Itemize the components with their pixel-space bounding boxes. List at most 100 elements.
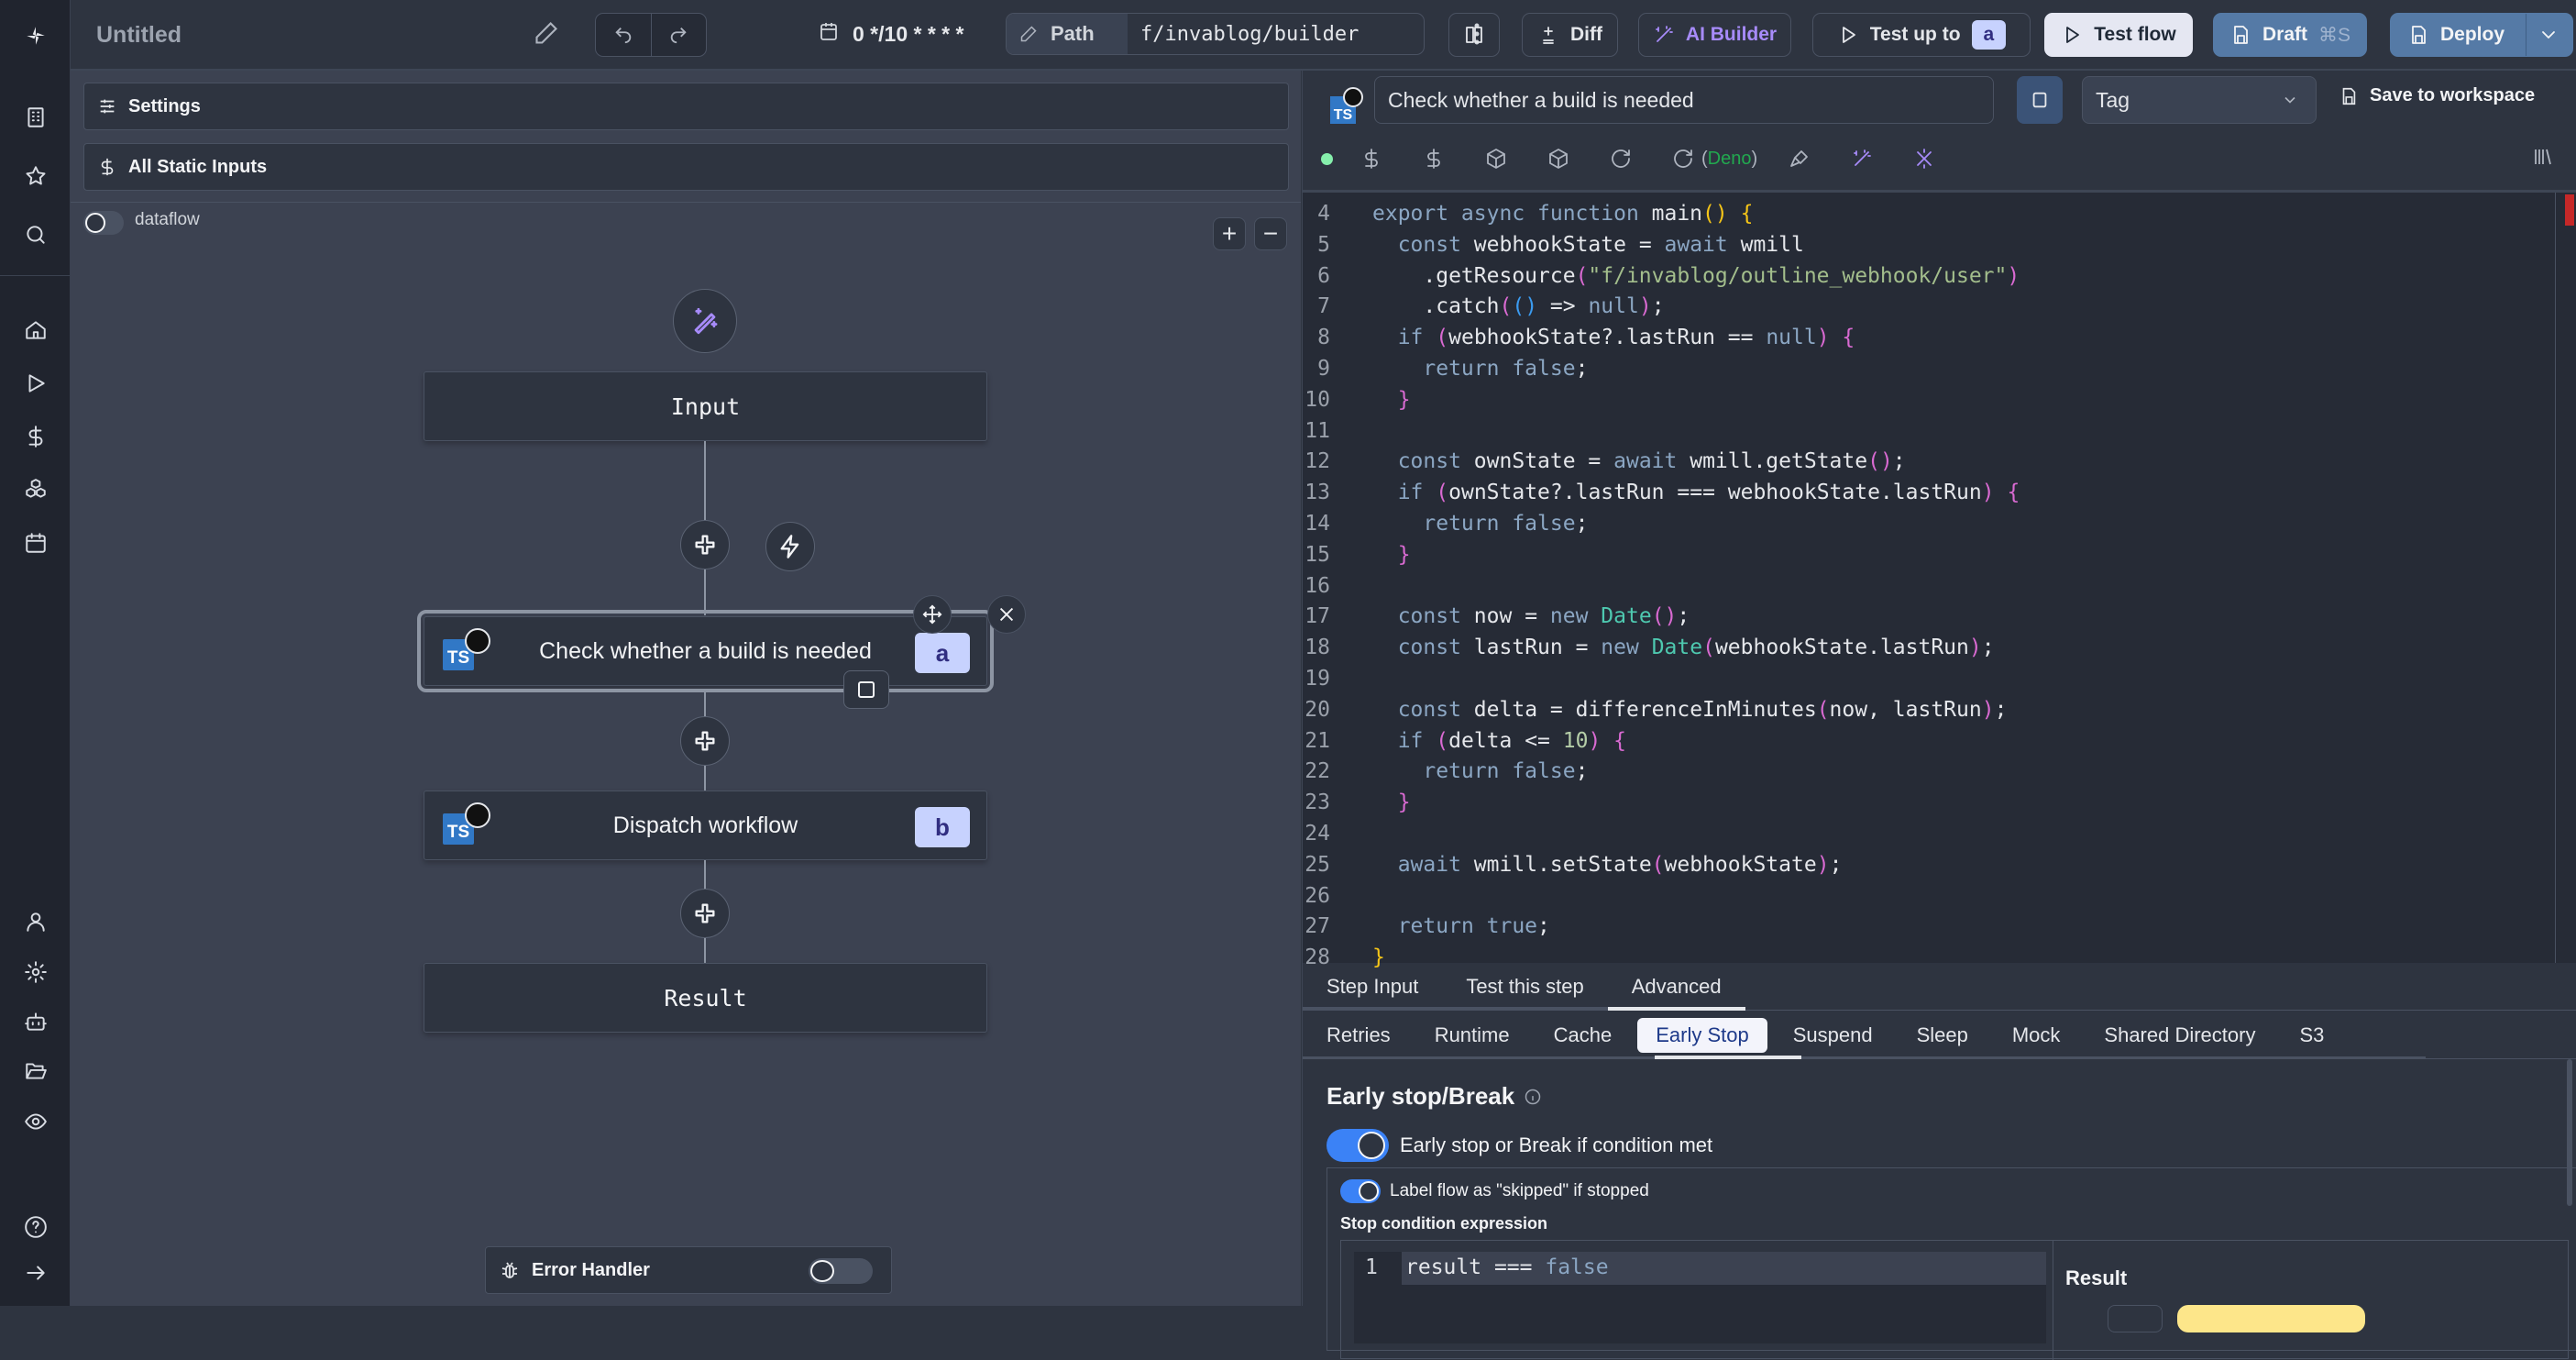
docs-button[interactable] (1448, 13, 1500, 57)
square-icon (858, 681, 875, 698)
ai-builder-button[interactable]: AI Builder (1638, 13, 1791, 57)
divider (71, 202, 1301, 203)
delete-step-button[interactable] (987, 595, 1026, 634)
line-number: 9 (1317, 357, 1330, 381)
tab-step-input[interactable]: Step Input (1303, 963, 1442, 1010)
add-resource-button[interactable] (1485, 148, 1547, 170)
test-up-to-step-badge[interactable]: a (1971, 20, 2007, 50)
draft-button[interactable]: Draft ⌘S (2213, 13, 2367, 57)
ai-flow-wand-button[interactable] (673, 289, 737, 353)
ai-fix-button[interactable] (1913, 148, 1976, 170)
add-step-button[interactable] (680, 889, 730, 938)
save-icon (2412, 26, 2426, 44)
settings-bar[interactable]: Settings (83, 83, 1289, 130)
flow-title[interactable]: Untitled (96, 22, 182, 49)
gear-icon[interactable] (0, 952, 71, 992)
step-view-toggle[interactable] (2017, 76, 2063, 124)
add-secret-button[interactable] (1423, 148, 1485, 170)
dollar-icon[interactable] (0, 416, 71, 457)
user-icon[interactable] (0, 901, 71, 942)
folder-open-icon[interactable] (0, 1051, 71, 1091)
save-icon (2342, 87, 2356, 105)
tab-shared-directory[interactable]: Shared Directory (2086, 1018, 2273, 1053)
building-icon[interactable] (0, 97, 71, 138)
tab-advanced[interactable]: Advanced (1607, 963, 1745, 1011)
result-toggle-button[interactable] (2108, 1305, 2163, 1332)
path-value[interactable]: f/invablog/builder (1128, 14, 1424, 54)
deno-icon (465, 802, 490, 828)
info-icon (1525, 1089, 1541, 1104)
line-number: 13 (1305, 481, 1330, 505)
tab-runtime[interactable]: Runtime (1416, 1018, 1528, 1053)
diff-button[interactable]: Diff (1522, 13, 1618, 57)
deploy-dropdown-chevron-icon[interactable] (2537, 24, 2559, 51)
tab-sleep[interactable]: Sleep (1899, 1018, 1987, 1053)
path-field[interactable]: Path f/invablog/builder (1006, 13, 1425, 55)
line-number: 24 (1305, 822, 1330, 846)
boxes-icon[interactable] (0, 470, 71, 510)
line-number: 23 (1305, 791, 1330, 815)
ai-gen-button[interactable] (1851, 148, 1913, 170)
zoom-out-button[interactable]: − (1254, 217, 1287, 250)
edit-title-pencil-icon[interactable] (534, 20, 563, 50)
tab-early-stop[interactable]: Early Stop (1637, 1017, 1767, 1053)
library-icon[interactable] (2532, 146, 2554, 172)
save-to-workspace-button[interactable]: Save to workspace (2339, 85, 2535, 106)
input-node[interactable]: Input (424, 371, 987, 441)
windmill-logo-icon[interactable] (0, 0, 71, 71)
add-step-button[interactable] (680, 716, 730, 766)
add-resource-type-button[interactable] (1547, 148, 1610, 170)
skipped-toggle[interactable] (1340, 1179, 1381, 1203)
stop-condition-input[interactable]: 1 result === false (1354, 1252, 2046, 1343)
calendar-icon[interactable] (0, 523, 71, 563)
square-icon (2032, 92, 2047, 108)
home-icon[interactable] (0, 310, 71, 350)
tag-select[interactable]: Tag (2082, 76, 2317, 124)
redo-button[interactable] (652, 14, 707, 56)
magic-wand-icon (1656, 26, 1673, 42)
step-summary-input[interactable]: Check whether a build is needed (1374, 76, 1994, 124)
tab-suspend[interactable]: Suspend (1775, 1018, 1891, 1053)
code-editor[interactable]: 4 export async function main() {5 const w… (1303, 190, 2576, 969)
static-inputs-bar[interactable]: All Static Inputs (83, 143, 1289, 191)
add-step-button[interactable] (680, 520, 730, 569)
schedule-button[interactable]: 0 */10 * * * * (818, 20, 963, 48)
result-node[interactable]: Result (424, 963, 987, 1033)
move-step-button[interactable] (913, 595, 952, 634)
code-text: if (webhookState?.lastRun == null) { (1397, 326, 1855, 350)
play-icon[interactable] (0, 363, 71, 404)
dataflow-toggle[interactable] (83, 211, 124, 235)
tab-test-this-step[interactable]: Test this step (1442, 963, 1607, 1010)
step-id-badge: a (915, 633, 970, 673)
tab-cache[interactable]: Cache (1536, 1018, 1631, 1053)
tab-mock[interactable]: Mock (1994, 1018, 2079, 1053)
step-node-b[interactable]: TS Dispatch workflow b (424, 791, 987, 860)
collapse-step-button[interactable] (843, 670, 889, 709)
editor-toolbar: (Deno) (1321, 140, 2576, 177)
expand-arrow-icon[interactable] (0, 1253, 71, 1293)
error-handler-toggle[interactable] (809, 1258, 873, 1284)
typescript-deno-icon: TS (1330, 87, 1363, 124)
deploy-button[interactable]: Deploy (2390, 13, 2573, 57)
tab-s3[interactable]: S3 (2281, 1018, 2342, 1053)
help-icon[interactable] (0, 1207, 71, 1247)
search-icon[interactable] (0, 215, 71, 255)
add-variable-button[interactable] (1360, 148, 1423, 170)
early-stop-toggle[interactable] (1327, 1129, 1389, 1162)
result-label: Result (2065, 1266, 2128, 1289)
undo-button[interactable] (596, 14, 652, 56)
early-stop-toggle-row: Early stop or Break if condition met (1327, 1129, 1712, 1162)
zoom-in-button[interactable]: + (1213, 217, 1246, 250)
bot-icon[interactable] (0, 1001, 71, 1042)
star-icon[interactable] (0, 156, 71, 196)
step-node-a[interactable]: TS Check whether a build is needed a (417, 610, 994, 692)
test-up-to-button[interactable]: Test up to a (1812, 13, 2031, 57)
test-flow-button[interactable]: Test flow (2044, 13, 2193, 57)
primary-tabs: Step Input Test this step Advanced (1303, 963, 2576, 1011)
tab-retries[interactable]: Retries (1308, 1018, 1409, 1053)
add-trigger-button[interactable] (765, 522, 815, 571)
error-handler-bar[interactable]: Error Handler (485, 1246, 892, 1294)
reload-button[interactable] (1610, 148, 1672, 170)
eye-icon[interactable] (0, 1101, 71, 1142)
format-button[interactable] (1789, 148, 1851, 170)
